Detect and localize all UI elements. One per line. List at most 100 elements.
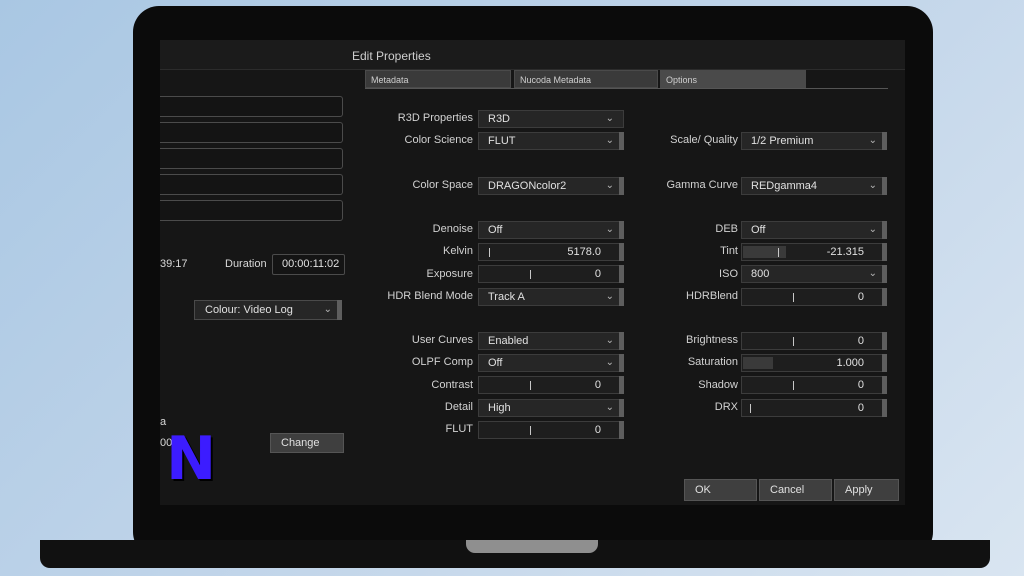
shadow-label: Shadow <box>698 379 738 391</box>
shadow-handle <box>882 376 887 394</box>
saturation-slider[interactable]: 1.000 <box>741 354 887 372</box>
nucoda-logo: N <box>166 424 216 494</box>
deb-label: DEB <box>715 223 738 235</box>
tint-slider[interactable]: -21.315 <box>741 243 887 261</box>
slider-tick-icon <box>793 381 794 390</box>
scale-quality-value: 1/2 Premium <box>751 135 814 147</box>
change-button[interactable]: Change <box>270 433 344 453</box>
colour-select-value: Colour: Video Log <box>205 304 293 316</box>
chevron-down-icon: ⌄ <box>605 335 614 346</box>
chevron-down-icon: ⌄ <box>605 135 614 146</box>
iso-label: ISO <box>719 268 738 280</box>
scale-quality-handle <box>882 132 887 150</box>
hdr-blend-mode-label: HDR Blend Mode <box>387 290 473 302</box>
scale-quality-label: Scale/ Quality <box>670 134 738 146</box>
denoise-select[interactable]: Off ⌄ <box>478 221 624 239</box>
drx-label: DRX <box>714 401 738 413</box>
brightness-slider[interactable]: 0 <box>741 332 887 350</box>
deb-handle <box>882 221 887 239</box>
saturation-label: Saturation <box>687 356 738 368</box>
r3d-properties-select[interactable]: R3D ⌄ <box>478 110 624 128</box>
hdr-blend-handle <box>882 288 887 306</box>
text-field-1[interactable] <box>160 96 343 117</box>
chevron-down-icon: ⌄ <box>605 357 614 368</box>
user-curves-select[interactable]: Enabled ⌄ <box>478 332 624 350</box>
user-curves-handle <box>619 332 624 350</box>
tint-handle <box>882 243 887 261</box>
brightness-value: 0 <box>857 335 864 347</box>
ok-button[interactable]: OK <box>684 479 757 501</box>
slider-tick-icon <box>489 248 490 257</box>
chevron-down-icon: ⌄ <box>868 180 877 191</box>
detail-label: Detail <box>444 401 473 413</box>
tab-options[interactable]: Options <box>660 70 806 88</box>
deb-select[interactable]: Off ⌄ <box>741 221 887 239</box>
slider-tick-icon <box>778 248 779 257</box>
user-curves-label: User Curves <box>411 334 473 346</box>
color-science-handle <box>619 132 624 150</box>
slider-tick-icon <box>530 381 531 390</box>
hdr-blend-value: 0 <box>857 291 864 303</box>
hdr-blend-slider[interactable]: 0 <box>741 288 887 306</box>
contrast-value: 0 <box>594 379 601 391</box>
text-field-4[interactable] <box>160 174 343 195</box>
brightness-handle <box>882 332 887 350</box>
denoise-label: Denoise <box>432 223 473 235</box>
brightness-label: Brightness <box>686 334 738 346</box>
laptop-notch <box>466 540 598 553</box>
tab-bar: Metadata Nucoda Metadata Options <box>160 70 905 88</box>
cancel-button[interactable]: Cancel <box>759 479 832 501</box>
iso-select[interactable]: 800 ⌄ <box>741 265 887 283</box>
chevron-down-icon: ⌄ <box>605 180 614 191</box>
chevron-down-icon: ⌄ <box>868 224 877 235</box>
flut-slider[interactable]: 0 <box>478 421 624 439</box>
color-space-value: DRAGONcolor2 <box>488 180 567 192</box>
tab-metadata[interactable]: Metadata <box>365 70 511 88</box>
colour-select[interactable]: Colour: Video Log ⌄ <box>194 300 342 320</box>
saturation-value: 1.000 <box>836 357 864 369</box>
exposure-label: Exposure <box>426 268 473 280</box>
tab-divider <box>365 88 888 89</box>
timecode-in-value[interactable]: 39:17 <box>160 258 188 270</box>
apply-button[interactable]: Apply <box>834 479 899 501</box>
saturation-handle <box>882 354 887 372</box>
color-space-handle <box>619 177 624 195</box>
color-space-label: Color Space <box>412 179 473 191</box>
text-field-3[interactable] <box>160 148 343 169</box>
detail-handle <box>619 399 624 417</box>
exposure-slider[interactable]: 0 <box>478 265 624 283</box>
contrast-slider[interactable]: 0 <box>478 376 624 394</box>
color-science-select[interactable]: FLUT ⌄ <box>478 132 624 150</box>
denoise-value: Off <box>488 224 503 236</box>
detail-value: High <box>488 402 511 414</box>
deb-value: Off <box>751 224 766 236</box>
title-bar: Edit Properties <box>160 40 905 70</box>
chevron-down-icon: ⌄ <box>323 304 332 315</box>
chevron-down-icon: ⌄ <box>868 135 877 146</box>
hdr-blend-mode-value: Track A <box>488 291 525 303</box>
denoise-handle <box>619 221 624 239</box>
slider-tick-icon <box>793 293 794 302</box>
exposure-value: 0 <box>594 268 601 280</box>
hdr-blend-mode-handle <box>619 288 624 306</box>
saturation-fill <box>743 357 773 369</box>
hdr-blend-label: HDRBlend <box>686 290 738 302</box>
detail-select[interactable]: High ⌄ <box>478 399 624 417</box>
text-field-2[interactable] <box>160 122 343 143</box>
scale-quality-select[interactable]: 1/2 Premium ⌄ <box>741 132 887 150</box>
tab-nucoda-metadata[interactable]: Nucoda Metadata <box>514 70 658 88</box>
edit-properties-window: Edit Properties Metadata Nucoda Metadata… <box>160 40 905 505</box>
duration-label: Duration <box>225 258 267 270</box>
tint-value: -21.315 <box>826 246 864 258</box>
gamma-curve-label: Gamma Curve <box>666 179 738 191</box>
gamma-curve-select[interactable]: REDgamma4 ⌄ <box>741 177 887 195</box>
slider-tick-icon <box>530 426 531 435</box>
hdr-blend-mode-select[interactable]: Track A ⌄ <box>478 288 624 306</box>
kelvin-slider[interactable]: 5178.0 <box>478 243 624 261</box>
olpf-comp-select[interactable]: Off ⌄ <box>478 354 624 372</box>
drx-slider[interactable]: 0 <box>741 399 887 417</box>
shadow-slider[interactable]: 0 <box>741 376 887 394</box>
duration-field[interactable]: 00:00:11:02 <box>272 254 345 275</box>
text-field-5[interactable] <box>160 200 343 221</box>
color-space-select[interactable]: DRAGONcolor2 ⌄ <box>478 177 624 195</box>
